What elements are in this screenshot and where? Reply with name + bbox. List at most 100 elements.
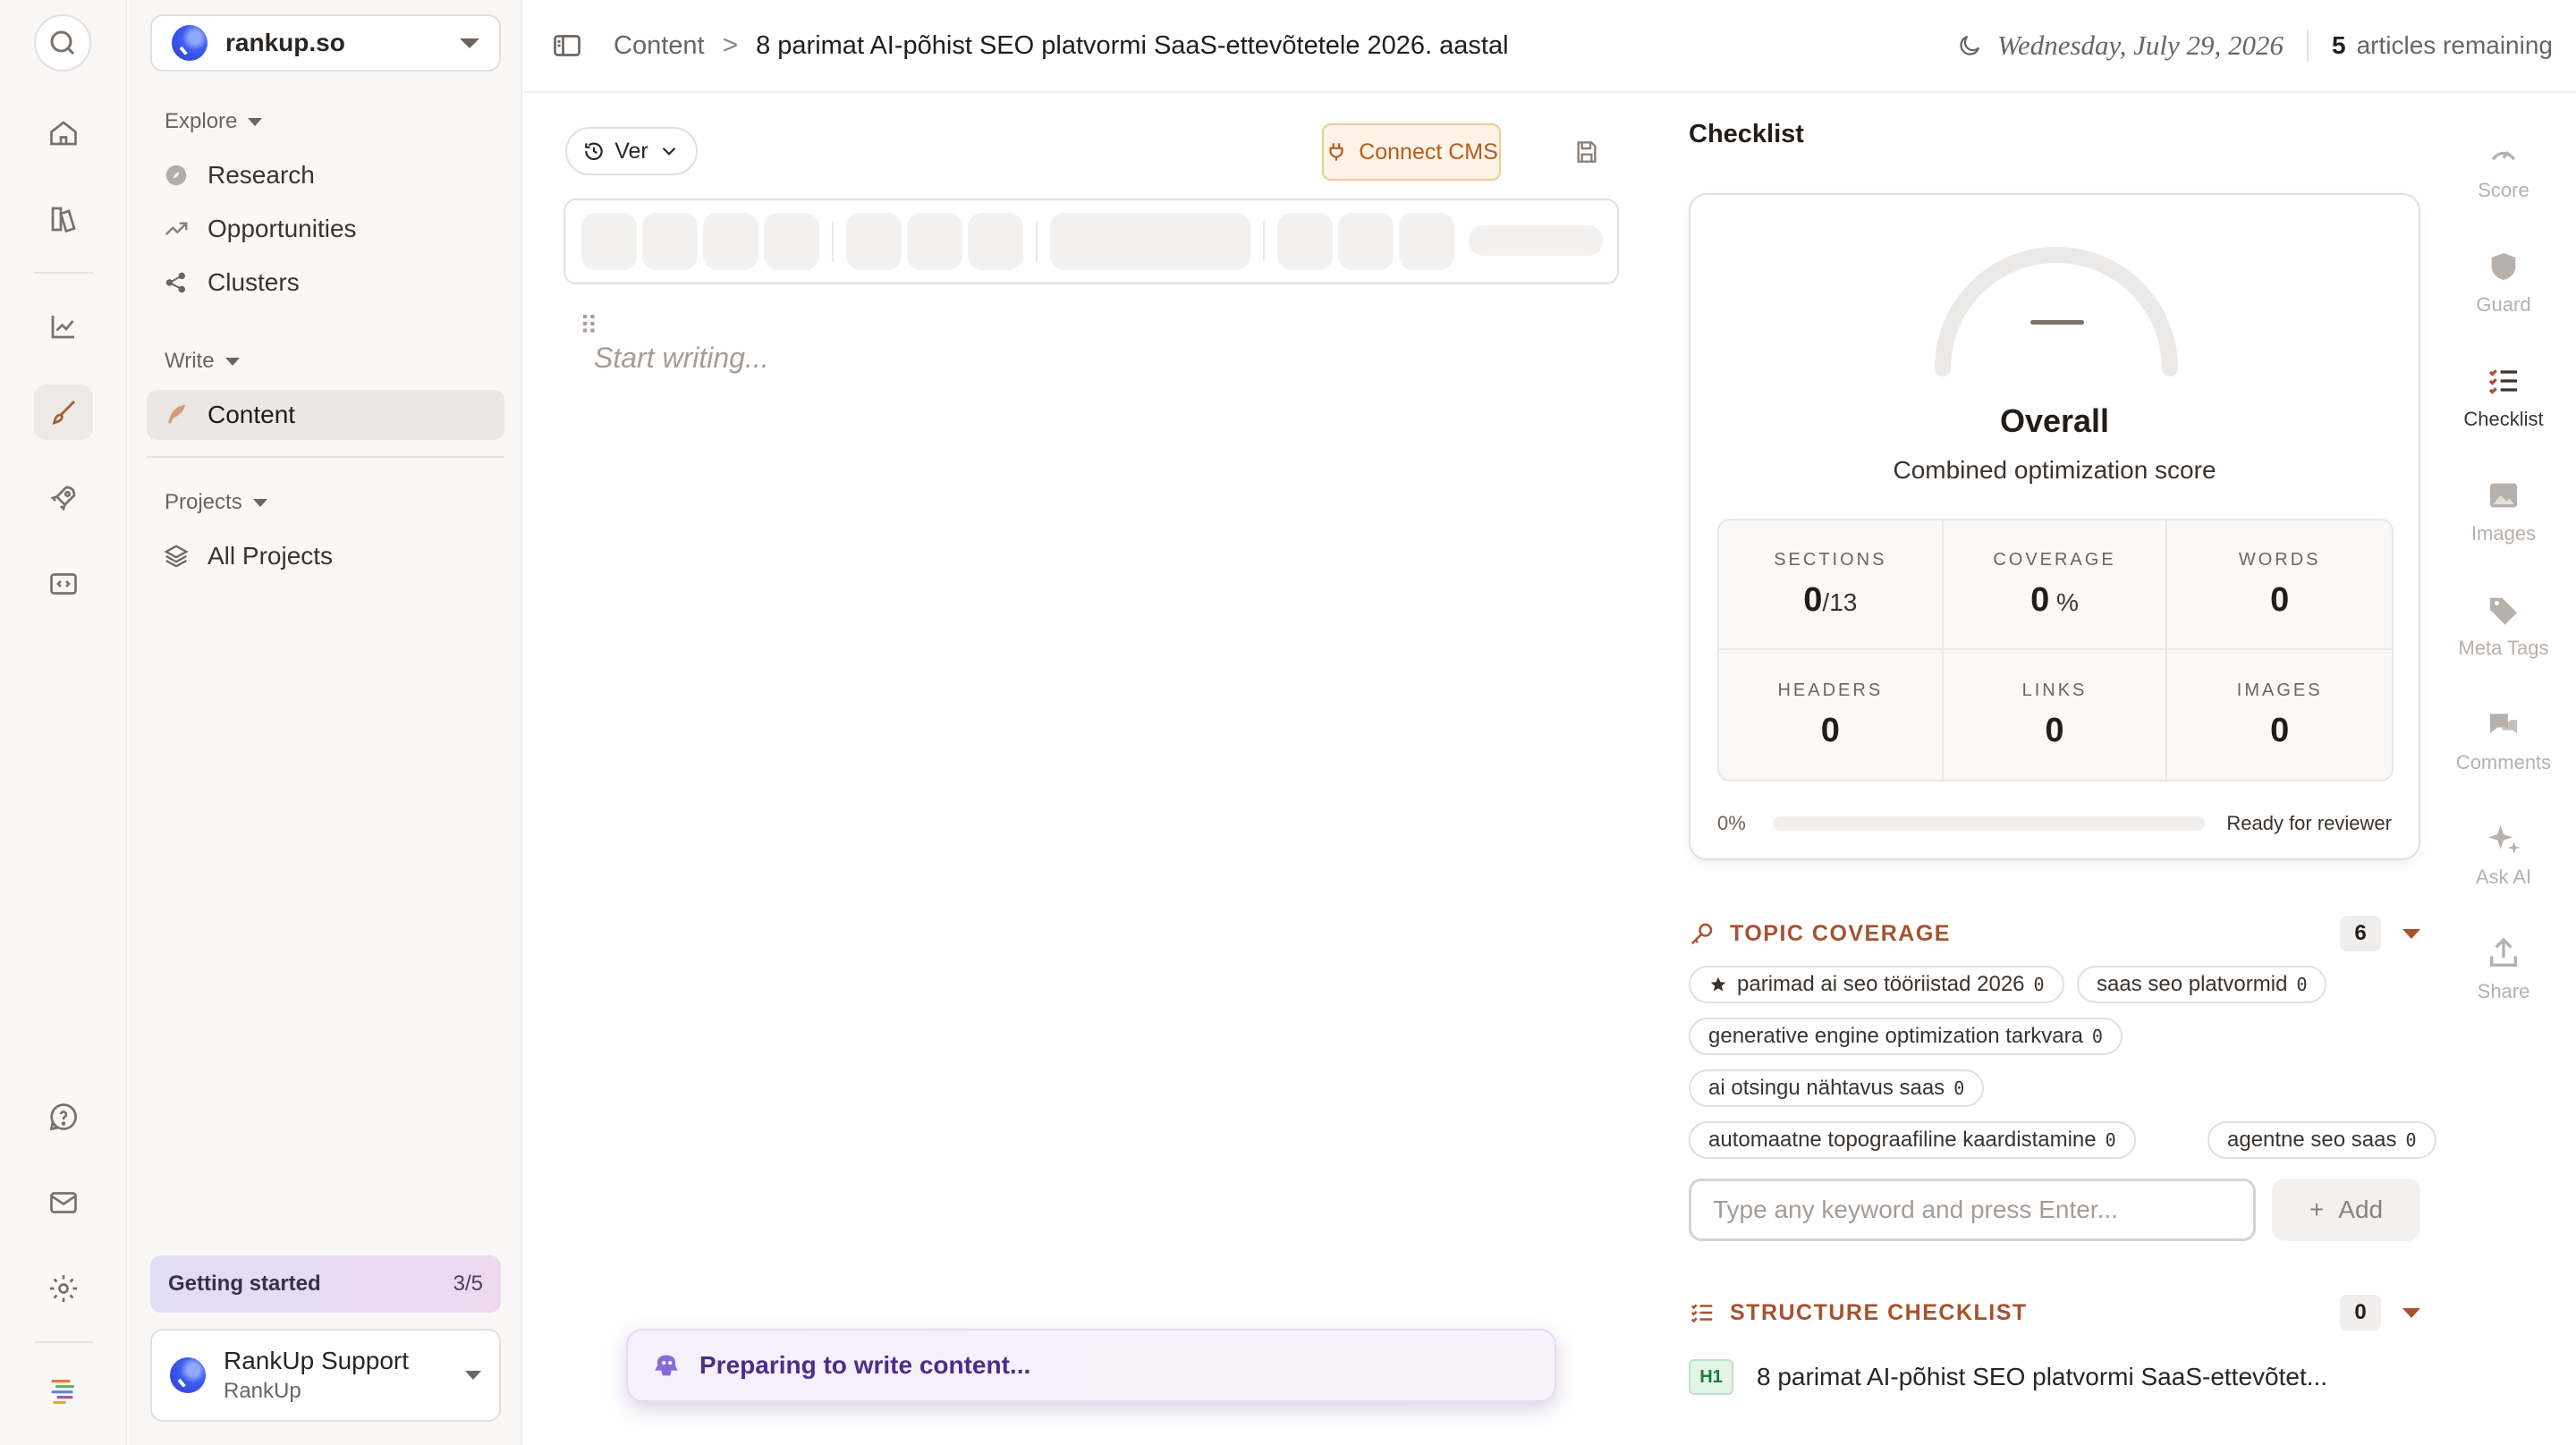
rail-divider (34, 272, 93, 274)
tool-meta-tags[interactable]: Meta Tags (2431, 592, 2576, 660)
keyword-chip[interactable]: saas seo platvormid 0 (2077, 966, 2327, 1003)
header-right: Wednesday, July 29, 2026 5 articles remai… (1956, 30, 2553, 62)
structure-checklist-header[interactable]: STRUCTURE CHECKLIST 0 (1689, 1295, 2420, 1331)
drag-handle-icon[interactable]: ⠿ (580, 314, 597, 339)
breadcrumb-content[interactable]: Content (614, 31, 705, 61)
gauge-icon (2491, 151, 2516, 161)
search-button[interactable] (34, 14, 91, 72)
add-keyword-button[interactable]: + Add (2272, 1179, 2420, 1241)
save-icon[interactable] (1572, 138, 1601, 166)
tool-label: Score (2478, 179, 2529, 201)
share-icon (2490, 937, 2517, 967)
sidebar-item-all-projects[interactable]: All Projects (147, 531, 504, 581)
toolbar-skeleton (968, 213, 1023, 270)
toolbar-skeleton (907, 213, 962, 270)
write-section-toggle[interactable]: Write (165, 349, 240, 374)
current-date: Wednesday, July 29, 2026 (1997, 30, 2284, 61)
tool-score[interactable]: Score (2431, 134, 2576, 202)
projects-label: Projects (165, 490, 242, 514)
launch-button[interactable] (34, 470, 93, 526)
comments-icon (2490, 714, 2517, 733)
editor-placeholder[interactable]: Start writing... (594, 342, 769, 375)
structure-item[interactable]: H1 8 parimat AI-põhist SEO platvormi Saa… (1689, 1359, 2327, 1395)
account-info: RankUp Support RankUp (224, 1347, 409, 1404)
embed-button[interactable] (34, 556, 93, 612)
connect-cms-button[interactable]: Connect CMS (1322, 123, 1501, 181)
explore-label: Explore (165, 109, 238, 133)
keyword-chip[interactable]: automaatne topograafiline kaardistamine 0 (1689, 1121, 2136, 1159)
sidebar-item-content[interactable]: Content (147, 390, 504, 440)
toolbar-skeleton (581, 213, 637, 270)
version-label: Ver (614, 138, 648, 164)
tool-label: Checklist (2463, 408, 2544, 430)
rail-divider (34, 1341, 93, 1343)
topic-coverage-title: TOPIC COVERAGE (1730, 920, 1951, 946)
tool-guard[interactable]: Guard (2431, 249, 2576, 317)
feather-icon (163, 401, 190, 428)
version-history-button[interactable]: Ver (565, 127, 698, 175)
home-icon (50, 121, 77, 146)
stat-value: 0 % (2030, 581, 2079, 620)
stat-label: WORDS (2238, 549, 2321, 570)
inbox-button[interactable] (34, 1175, 93, 1230)
library-icon (51, 207, 76, 233)
rocket-icon (50, 486, 76, 511)
workspace-name: rankup.so (225, 29, 345, 56)
keyword-count: 0 (2091, 1026, 2103, 1047)
toolbar-skeleton (1277, 213, 1333, 270)
mail-icon (50, 1192, 77, 1213)
stat-label: IMAGES (2236, 680, 2323, 700)
keyword-text: parimad ai seo tööriistad 2026 (1737, 972, 2025, 996)
keyword-chip[interactable]: agentne seo saas 0 (2207, 1121, 2436, 1159)
getting-started-count: 3/5 (453, 1272, 483, 1296)
panel-title: Checklist (1689, 120, 1804, 148)
toolbar-skeleton (1469, 225, 1603, 256)
keyword-chip[interactable]: generative engine optimization tarkvara 0 (1689, 1018, 2123, 1055)
trend-icon (163, 215, 190, 242)
tool-ask-ai[interactable]: Ask AI (2431, 821, 2576, 889)
sidebar-item-clusters[interactable]: Clusters (147, 258, 504, 308)
keyword-chip[interactable]: parimad ai seo tööriistad 2026 0 (1689, 966, 2064, 1003)
sidebar-item-opportunities[interactable]: Opportunities (147, 204, 504, 254)
settings-button[interactable] (34, 1261, 93, 1316)
stat-value: 0 (1820, 711, 1840, 749)
write-label: Write (165, 349, 215, 373)
help-button[interactable] (34, 1089, 93, 1145)
stat-label: HEADERS (1777, 680, 1884, 700)
plug-icon (1329, 143, 1343, 161)
tool-share[interactable]: Share (2431, 935, 2576, 1003)
keyword-text: automaatne topograafiline kaardistamine (1708, 1128, 2097, 1152)
sidebar-item-research[interactable]: Research (147, 150, 504, 200)
review-progress: 0% Ready for reviewer (1717, 812, 2392, 835)
moon-icon (1956, 32, 1983, 59)
library-button[interactable] (34, 191, 93, 247)
toolbar-skeleton (642, 213, 698, 270)
stat-label: COVERAGE (1993, 549, 2116, 570)
key-icon (1690, 923, 1713, 945)
tool-checklist[interactable]: Checklist (2431, 363, 2576, 431)
getting-started-card[interactable]: Getting started 3/5 (150, 1255, 501, 1313)
write-button[interactable] (34, 384, 93, 440)
workspace-switcher[interactable]: rankup.so (150, 14, 501, 72)
caret-down-icon (2402, 1307, 2420, 1318)
shield-icon (2491, 253, 2516, 280)
gear-icon (50, 1275, 77, 1302)
keyword-input[interactable] (1689, 1179, 2256, 1241)
stat-words: WORDS 0 (2167, 520, 2392, 650)
sidebar-toggle-icon[interactable] (551, 30, 583, 62)
topic-coverage-header[interactable]: TOPIC COVERAGE 6 (1689, 916, 2420, 951)
caret-down-icon (225, 357, 240, 366)
tag-icon (2490, 597, 2517, 625)
list-check-icon (1690, 1304, 1713, 1323)
tool-comments[interactable]: Comments (2431, 706, 2576, 774)
tool-images[interactable]: Images (2431, 477, 2576, 545)
account-switcher[interactable]: RankUp Support RankUp (150, 1329, 501, 1422)
keyword-chip[interactable]: ai otsingu nähtavus saas 0 (1689, 1069, 1985, 1107)
stat-images: IMAGES 0 (2167, 650, 2392, 780)
tool-label: Images (2470, 522, 2537, 545)
chevron-down-icon (465, 1371, 481, 1380)
projects-section-toggle[interactable]: Projects (165, 490, 267, 515)
home-button[interactable] (34, 106, 93, 161)
analytics-button[interactable] (34, 299, 93, 354)
explore-section-toggle[interactable]: Explore (165, 109, 263, 134)
